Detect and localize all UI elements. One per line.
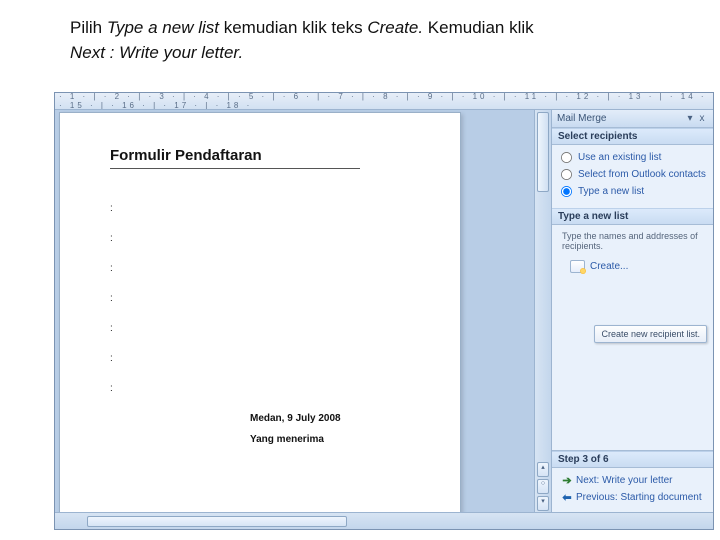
doc-date-city: Medan, 9 July 2008 (250, 413, 434, 424)
section-type-new-list: Type a new list (552, 208, 713, 225)
scroll-thumb[interactable] (537, 112, 549, 192)
scroll-browse-icon[interactable]: ○ (537, 479, 549, 494)
create-icon (570, 260, 585, 273)
form-row: : (110, 203, 434, 214)
new-list-hint: Type the names and addresses of recipien… (560, 229, 707, 258)
previous-starting-doc-link[interactable]: ⬅Previous: Starting document (556, 489, 709, 506)
hscroll-thumb[interactable] (87, 516, 347, 527)
create-link[interactable]: Create... (560, 258, 707, 281)
horizontal-ruler[interactable]: · 1 · | · 2 · | · 3 · | · 4 · | · 5 · | … (55, 93, 713, 110)
doc-receiver: Yang menerima (250, 434, 434, 445)
pane-menu-icon[interactable]: ▾ (684, 113, 696, 124)
radio-new-list[interactable] (561, 186, 572, 197)
scroll-next-page-icon[interactable]: ▾ (537, 496, 549, 511)
form-row: : (110, 263, 434, 274)
step-indicator: Step 3 of 6 (552, 451, 713, 468)
create-tooltip: Create new recipient list. (594, 325, 707, 343)
form-row: : (110, 323, 434, 334)
form-row: : (110, 383, 434, 394)
scroll-prev-page-icon[interactable]: ▴ (537, 462, 549, 477)
form-row: : (110, 293, 434, 304)
heading-underline (110, 168, 360, 169)
form-row: : (110, 353, 434, 364)
horizontal-scrollbar[interactable] (55, 512, 713, 529)
document-page[interactable]: Formulir Pendaftaran : : : : : : : Medan… (59, 112, 461, 512)
opt-type-new-list[interactable]: Type a new list (560, 183, 707, 200)
pane-title: Mail Merge (557, 113, 684, 124)
form-row: : (110, 233, 434, 244)
pane-close-icon[interactable]: x (696, 113, 708, 124)
arrow-prev-icon: ⬅ (562, 491, 572, 504)
document-area[interactable]: Formulir Pendaftaran : : : : : : : Medan… (55, 110, 534, 512)
section-select-recipients: Select recipients (552, 128, 713, 145)
doc-heading: Formulir Pendaftaran (110, 147, 434, 164)
instruction-text: Pilih Type a new list kemudian klik teks… (70, 16, 680, 65)
next-write-letter-link[interactable]: ➔Next: Write your letter (556, 472, 709, 489)
word-window: · 1 · | · 2 · | · 3 · | · 4 · | · 5 · | … (54, 92, 714, 530)
opt-existing-list[interactable]: Use an existing list (560, 149, 707, 166)
opt-outlook-contacts[interactable]: Select from Outlook contacts (560, 166, 707, 183)
mail-merge-task-pane: Mail Merge ▾ x Select recipients Use an … (551, 110, 713, 512)
radio-outlook[interactable] (561, 169, 572, 180)
arrow-next-icon: ➔ (562, 474, 572, 487)
radio-existing-list[interactable] (561, 152, 572, 163)
pane-header: Mail Merge ▾ x (552, 110, 713, 128)
vertical-scrollbar[interactable]: ▴ ○ ▾ (534, 110, 551, 512)
